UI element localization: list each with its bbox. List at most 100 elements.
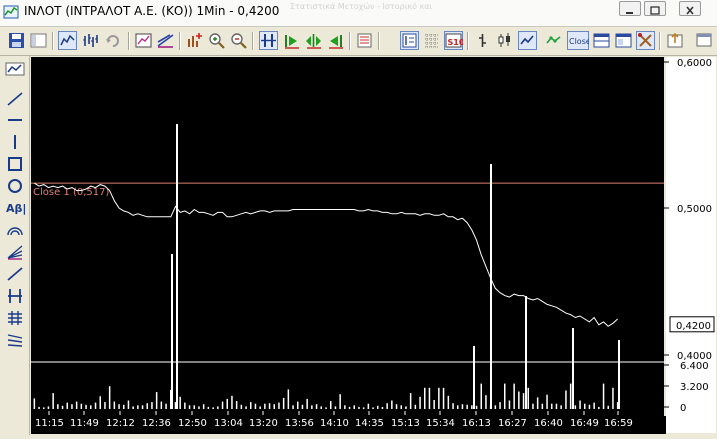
minimize-button[interactable]: [619, 1, 641, 16]
ohlc-icon[interactable]: [473, 31, 492, 50]
volume-bar: [184, 402, 186, 409]
pitchfork-icon[interactable]: [5, 331, 25, 349]
volume-bar: [52, 393, 54, 409]
volume-bar: [33, 398, 36, 409]
split-panes-icon[interactable]: [259, 31, 278, 50]
x-tick-label: 14:35: [355, 418, 384, 429]
zoom-in-icon[interactable]: [207, 31, 226, 50]
volume-bar: [452, 403, 454, 410]
candlestick-icon[interactable]: [495, 31, 514, 50]
rectangle-icon[interactable]: [5, 155, 25, 173]
volume-bar: [301, 404, 304, 410]
line-chart-icon[interactable]: [58, 31, 77, 50]
data-window-icon[interactable]: [355, 31, 374, 50]
panes-icon[interactable]: [592, 31, 611, 50]
volume-bar: [297, 401, 299, 410]
volume-bar: [132, 406, 134, 410]
template-icon[interactable]: [614, 31, 633, 50]
volume-bar: [593, 402, 595, 409]
volume-bar: [259, 406, 261, 410]
volume-bar: [221, 401, 224, 410]
ellipse-icon[interactable]: [5, 177, 25, 195]
window-icon[interactable]: [29, 31, 48, 50]
volume-bar: [198, 406, 200, 410]
bar-chart-icon[interactable]: [81, 31, 100, 50]
chart-settings-icon[interactable]: [134, 31, 153, 50]
volume-bar: [353, 405, 355, 410]
volume-bar: [461, 404, 464, 409]
volume-bar: [471, 405, 473, 410]
vertical-line-icon[interactable]: [5, 133, 25, 151]
horizontal-line-icon[interactable]: [5, 111, 25, 129]
x-tick-label: 16:49: [570, 418, 599, 429]
y-axis-panel: [666, 57, 716, 433]
volume-bar: [273, 404, 275, 409]
price-volume-chart[interactable]: Close 1 (0,517) 0,60000,50000,40000,4200…: [30, 56, 717, 435]
volume-bar: [47, 406, 50, 410]
toolbar-separator: [349, 32, 351, 50]
volume-bar: [532, 403, 534, 409]
text-tool-label: Αβ|: [6, 202, 25, 215]
new-window-icon[interactable]: [695, 31, 714, 50]
text-tool-icon[interactable]: Αβ|: [5, 199, 25, 217]
volume-bar: [287, 389, 290, 409]
volume-bar: [572, 328, 574, 409]
chart-type-icon[interactable]: [5, 61, 25, 79]
drawing-tools-sidebar: Αβ|: [0, 56, 30, 435]
volume-bar: [160, 401, 163, 410]
volume-bar: [579, 400, 581, 409]
scale-icon[interactable]: S10: [444, 31, 463, 50]
scroll-right-icon[interactable]: [282, 31, 301, 50]
scroll-left-icon[interactable]: [326, 31, 345, 50]
arc-icon[interactable]: [5, 221, 25, 239]
volume-bar: [480, 383, 482, 410]
line-style-icon[interactable]: [518, 31, 537, 50]
trendline-icon[interactable]: [5, 90, 25, 108]
export-icon[interactable]: [666, 31, 685, 50]
fan-icon[interactable]: [5, 243, 25, 261]
chart-app-icon: [3, 4, 19, 20]
volume-bar: [588, 404, 591, 410]
volume-bar: [306, 398, 308, 409]
svg-text:S10: S10: [448, 38, 464, 47]
volume-bar: [348, 406, 351, 410]
y-tick-label: 0,6000: [677, 58, 712, 69]
maximize-button[interactable]: [644, 1, 666, 16]
volume-bar: [433, 400, 435, 409]
indicator-icon[interactable]: [156, 31, 175, 50]
channel-icon[interactable]: [5, 287, 25, 305]
add-indicator-icon[interactable]: [185, 31, 204, 50]
volume-bar: [320, 406, 322, 410]
volume-bar: [386, 403, 388, 410]
chart-area: Close 1 (0,517) 0,6000 0,5000 0,4000 0,4200…: [30, 56, 717, 435]
volume-bar: [118, 404, 120, 409]
volume-bar: [334, 406, 337, 410]
zoom-out-icon[interactable]: [229, 31, 248, 50]
volume-bar: [146, 403, 148, 410]
close-line-icon[interactable]: [545, 31, 564, 50]
close-button[interactable]: Close: [567, 31, 589, 50]
volume-bar: [381, 406, 384, 410]
volume-bar: [607, 405, 609, 409]
grid-icon[interactable]: [422, 31, 441, 50]
tools-icon[interactable]: [636, 31, 655, 50]
close-window-button[interactable]: [679, 1, 701, 16]
fibonacci-icon[interactable]: [5, 309, 25, 327]
title-bar: ΙΝΛΟΤ (ΙΝΤΡΑΛΟΤ Α.Ε. (ΚΟ)) 1Min - 0,4200…: [0, 0, 717, 27]
save-icon[interactable]: [7, 31, 26, 50]
volume-bar: [43, 407, 45, 409]
volume-bar: [71, 404, 73, 409]
period-icon[interactable]: [400, 31, 419, 50]
y-tick-label: 0,5000: [677, 204, 712, 215]
volume-bar: [522, 393, 525, 409]
refresh-icon[interactable]: [104, 31, 123, 50]
volume-bar: [330, 401, 332, 410]
volume-bar: [525, 296, 527, 409]
volume-bar: [494, 405, 497, 410]
volume-bar: [108, 386, 111, 409]
volume-bar: [372, 407, 374, 409]
scroll-both-icon[interactable]: [304, 31, 323, 50]
volume-bar: [193, 405, 195, 410]
ray-icon[interactable]: [5, 265, 25, 283]
toolbar-separator: [378, 32, 380, 50]
